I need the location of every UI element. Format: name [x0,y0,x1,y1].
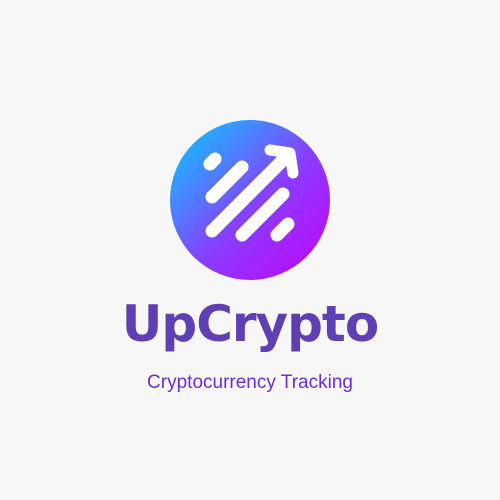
brand-name: UpCrypto [121,295,379,353]
upcrypto-logo [170,120,330,280]
rising-arrow-stripes-icon [170,120,330,280]
logo-page: UpCrypto Cryptocurrency Tracking [0,0,500,500]
brand-tagline: Cryptocurrency Tracking [147,372,353,393]
